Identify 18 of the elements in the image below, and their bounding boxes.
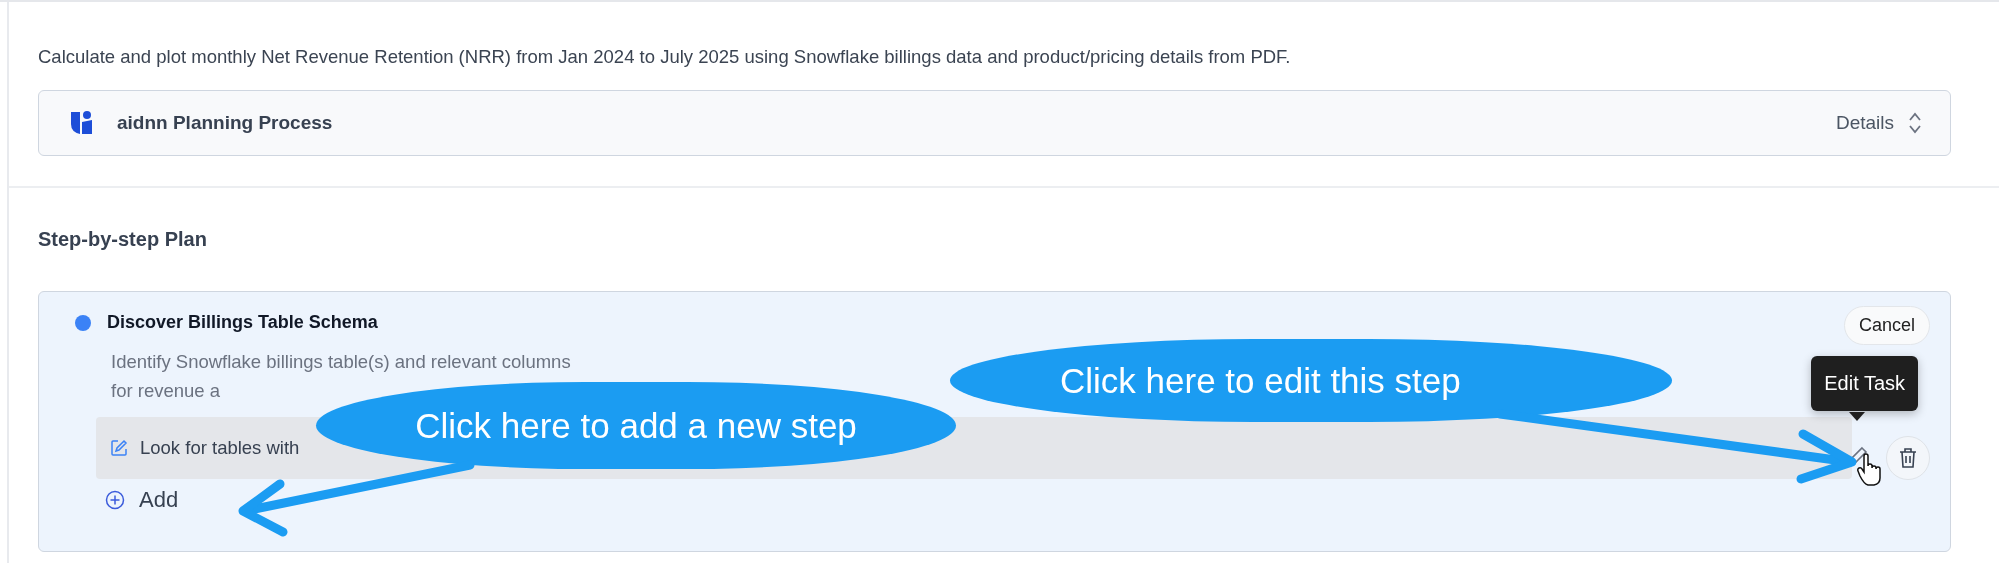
process-name: aidnn Planning Process: [117, 112, 334, 134]
plus-circle-icon: [105, 490, 125, 510]
delete-button[interactable]: [1886, 436, 1930, 480]
logo-icon: [69, 110, 95, 136]
add-button[interactable]: Add: [105, 487, 179, 513]
trash-icon: [1898, 447, 1918, 469]
tooltip-pointer: [1849, 412, 1865, 422]
edit-icon: [110, 439, 128, 457]
process-card[interactable]: aidnn Planning Process Details: [38, 90, 1951, 156]
chevrons-icon: [1908, 112, 1922, 134]
cancel-button[interactable]: Cancel: [1843, 306, 1930, 345]
section-heading: Step-by-step Plan: [38, 228, 208, 251]
hand-cursor-icon: [1857, 453, 1881, 486]
tooltip: Edit Task: [1811, 356, 1918, 411]
task-text: Look for tables with: [140, 437, 300, 459]
step-title: Discover Billings Table Schema: [107, 312, 378, 333]
task-description: Calculate and plot monthly Net Revenue Retention (NRR) from Jan 2024 to July 2025 using Snowflake billings data and product/pricing details from PDF.: [38, 46, 1292, 68]
details-button[interactable]: Details: [1835, 112, 1922, 134]
